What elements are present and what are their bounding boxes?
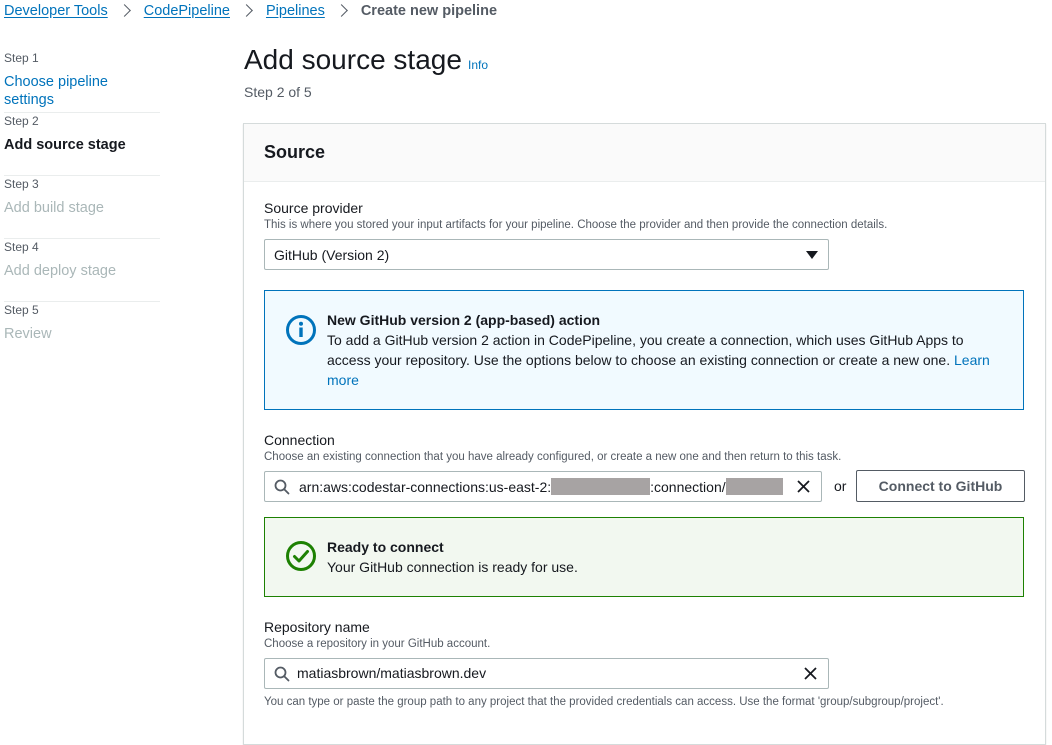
info-alert: New GitHub version 2 (app-based) action … <box>264 290 1024 410</box>
step-add-deploy-stage: Add deploy stage <box>4 263 117 279</box>
source-provider-value: GitHub (Version 2) <box>274 246 390 263</box>
info-icon <box>286 315 316 345</box>
repository-name-help: You can type or paste the group path to … <box>264 696 944 708</box>
wizard-step-5: Step 5 Review <box>4 302 160 365</box>
step-current-add-source-stage: Add source stage <box>4 137 126 153</box>
info-alert-text: To add a GitHub version 2 action in Code… <box>327 332 964 368</box>
step-number: Step 3 <box>4 177 39 191</box>
repository-name-value: matiasbrown/matiasbrown.dev <box>297 665 487 681</box>
repository-name-description: Choose a repository in your GitHub accou… <box>264 638 491 650</box>
connection-search-input[interactable]: arn:aws:codestar-connections:us-east-2::… <box>264 471 822 502</box>
check-circle-icon <box>286 541 316 571</box>
redacted-account-id <box>551 478 651 495</box>
wizard-step-2: Step 2 Add source stage <box>4 113 160 176</box>
step-number: Step 1 <box>4 51 39 65</box>
info-alert-title: New GitHub version 2 (app-based) action <box>327 312 601 328</box>
connection-label: Connection <box>264 432 335 448</box>
breadcrumb-pipelines[interactable]: Pipelines <box>266 3 325 19</box>
breadcrumb-codepipeline[interactable]: CodePipeline <box>144 3 230 19</box>
source-panel: Source Source provider This is where you… <box>243 123 1046 745</box>
connection-value: arn:aws:codestar-connections:us-east-2::… <box>299 478 783 495</box>
source-provider-label: Source provider <box>264 200 363 216</box>
step-number: Step 4 <box>4 240 39 254</box>
source-panel-header: Source <box>244 124 1045 182</box>
repository-name-label: Repository name <box>264 619 370 635</box>
connection-arn-middle: :connection/ <box>650 479 726 495</box>
page-title: Add source stage <box>244 44 462 75</box>
breadcrumb-current: Create new pipeline <box>360 3 498 19</box>
breadcrumb: Developer Tools CodePipeline Pipelines C… <box>4 0 497 22</box>
connect-to-github-button[interactable]: Connect to GitHub <box>856 470 1025 502</box>
connection-arn-prefix: arn:aws:codestar-connections:us-east-2: <box>299 479 552 495</box>
step-link-choose-pipeline-settings[interactable]: Choose pipeline settings <box>4 73 160 109</box>
wizard-steps: Step 1 Choose pipeline settings Step 2 A… <box>4 50 160 365</box>
info-alert-body: To add a GitHub version 2 action in Code… <box>327 330 1003 390</box>
wizard-step-4: Step 4 Add deploy stage <box>4 239 160 302</box>
or-text: or <box>834 478 847 494</box>
search-icon <box>274 666 290 682</box>
source-provider-select[interactable]: GitHub (Version 2) <box>264 239 829 270</box>
success-alert-title: Ready to connect <box>327 539 444 555</box>
wizard-step-3: Step 3 Add build stage <box>4 176 160 239</box>
redacted-connection-id <box>725 478 783 495</box>
breadcrumb-developer-tools[interactable]: Developer Tools <box>4 3 108 19</box>
step-number: Step 2 <box>4 114 39 128</box>
close-icon[interactable] <box>803 666 818 681</box>
page-step-indicator: Step 2 of 5 <box>244 84 312 100</box>
source-panel-title: Source <box>264 142 326 162</box>
step-add-build-stage: Add build stage <box>4 200 104 216</box>
chevron-right-icon <box>113 3 139 19</box>
step-review: Review <box>4 326 52 342</box>
step-number: Step 5 <box>4 303 39 317</box>
repository-name-input[interactable]: matiasbrown/matiasbrown.dev <box>264 658 829 689</box>
success-alert: Ready to connect Your GitHub connection … <box>264 517 1024 597</box>
wizard-step-1: Step 1 Choose pipeline settings <box>4 50 160 113</box>
success-alert-body: Your GitHub connection is ready for use. <box>327 559 578 575</box>
connection-description: Choose an existing connection that you h… <box>264 451 842 463</box>
source-provider-description: This is where you stored your input arti… <box>264 219 888 231</box>
chevron-right-icon <box>330 3 356 19</box>
info-link[interactable]: Info <box>468 58 488 72</box>
chevron-right-icon <box>235 3 261 19</box>
caret-down-icon <box>806 251 818 259</box>
close-icon[interactable] <box>796 479 811 494</box>
search-icon <box>274 479 290 495</box>
